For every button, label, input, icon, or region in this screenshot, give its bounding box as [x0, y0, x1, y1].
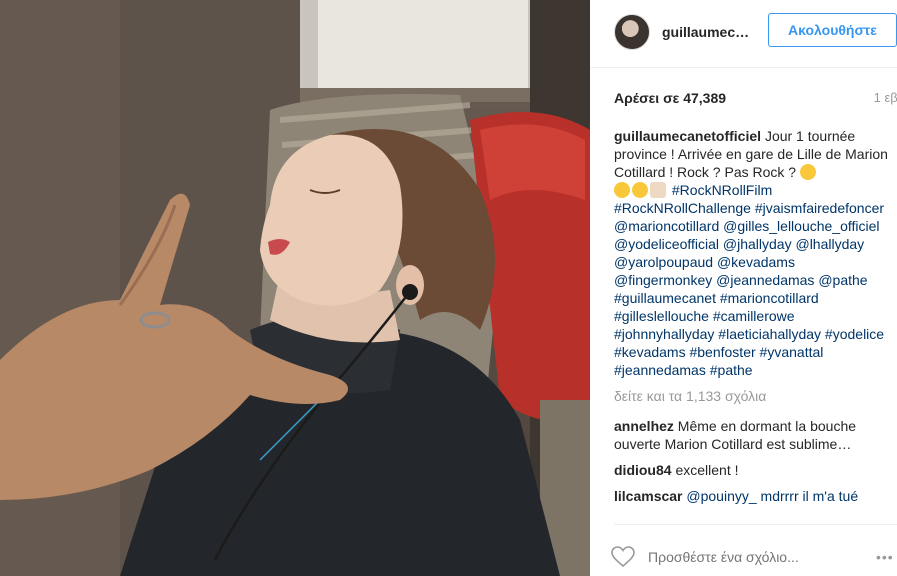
comment-text: @pouinyy_ mdrrrr il m'a tué	[686, 488, 859, 504]
caption-username[interactable]: guillaumecanetofficiel	[614, 128, 761, 144]
comment: lilcamscar @pouinyy_ mdrrrr il m'a tué	[614, 487, 889, 505]
hashtag-link[interactable]: #RockNRollFilm	[672, 182, 772, 198]
caption-tags: #RockNRollFilm #RockNRollChallenge #jvai…	[614, 182, 884, 378]
hashtag-link[interactable]: #RockNRollChallenge	[614, 200, 751, 216]
more-options-icon[interactable]: •••	[876, 549, 894, 565]
comment: annelhez Même en dormant la bouche ouver…	[614, 417, 889, 453]
hashtag-link[interactable]: #camillerowe	[713, 308, 795, 324]
hashtag-link[interactable]: #jeannedamas	[614, 362, 706, 378]
mention-link[interactable]: @lhallyday	[795, 236, 864, 252]
hashtag-link[interactable]: #laeticiahallyday	[718, 326, 821, 342]
mention-link[interactable]: @marioncotillard	[614, 218, 719, 234]
mention-link[interactable]: @yodeliceofficial	[614, 236, 719, 252]
post-photo[interactable]	[0, 0, 590, 576]
view-all-comments-link[interactable]: δείτε και τα 1,133 σχόλια	[614, 387, 889, 405]
hashtag-link[interactable]: #kevadams	[614, 344, 686, 360]
caption: guillaumecanetofficiel Jour 1 tournée pr…	[614, 127, 889, 379]
mention-link[interactable]: @pathe	[818, 272, 867, 288]
hashtag-link[interactable]: #johnnyhallyday	[614, 326, 714, 342]
comments-list: guillaumecanetofficiel Jour 1 tournée pr…	[614, 127, 889, 525]
mention-link[interactable]: @jeannedamas	[716, 272, 814, 288]
comment-input[interactable]	[648, 547, 858, 567]
follow-button[interactable]: Ακολουθήστε	[768, 13, 897, 47]
mention-link[interactable]: @gilles_lellouche_officiel	[723, 218, 879, 234]
sunglasses-face-icon	[632, 182, 648, 198]
likes-count[interactable]: Αρέσει σε 47,389	[614, 90, 726, 106]
comment-text: excellent !	[675, 462, 739, 478]
post-time[interactable]: 1 εβδ	[874, 90, 897, 105]
heart-icon[interactable]	[611, 546, 635, 568]
rock-hand-icon	[650, 182, 666, 198]
photo-illustration	[0, 0, 590, 576]
hashtag-link[interactable]: #guillaumecanet	[614, 290, 716, 306]
add-comment-bar: •••	[611, 524, 897, 576]
hashtag-link[interactable]: #yvanattal	[760, 344, 824, 360]
hashtag-link[interactable]: #marioncotillard	[720, 290, 819, 306]
hashtag-link[interactable]: #gilleslellouche	[614, 308, 709, 324]
mention-link[interactable]: @yarolpoupaud	[614, 254, 713, 270]
post-side-panel: guillaumec… Ακολουθήστε Αρέσει σε 47,389…	[590, 0, 897, 576]
post-header: guillaumec… Ακολουθήστε	[590, 0, 897, 68]
sleeping-face-icon	[799, 164, 816, 180]
comment-username[interactable]: lilcamscar	[614, 488, 683, 504]
author-username[interactable]: guillaumec…	[662, 24, 749, 40]
hashtag-link[interactable]: #benfoster	[689, 344, 755, 360]
mention-link[interactable]: @fingermonkey	[614, 272, 712, 288]
avatar[interactable]	[614, 14, 650, 50]
laughing-face-icon	[614, 182, 630, 198]
hashtag-link[interactable]: #pathe	[710, 362, 753, 378]
likes-row: Αρέσει σε 47,389 1 εβδ	[614, 90, 897, 110]
comment-username[interactable]: didiou84	[614, 462, 672, 478]
comment-username[interactable]: annelhez	[614, 418, 674, 434]
comment: didiou84 excellent !	[614, 461, 889, 479]
mention-link[interactable]: @jhallyday	[723, 236, 792, 252]
mention-link[interactable]: @kevadams	[717, 254, 795, 270]
hashtag-link[interactable]: #yodelice	[825, 326, 884, 342]
hashtag-link[interactable]: #jvaismfairedefoncer	[755, 200, 884, 216]
